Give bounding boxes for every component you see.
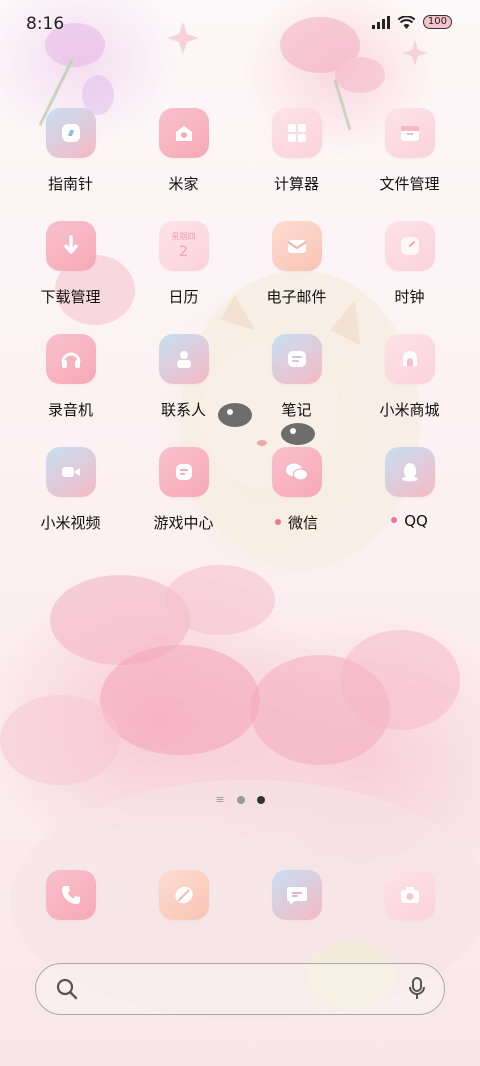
app-label-text: 指南针	[47, 175, 93, 193]
notification-dot	[391, 516, 398, 523]
camera-icon	[384, 870, 435, 920]
app-label: 小米视频	[14, 512, 127, 533]
qq-icon	[384, 447, 435, 497]
app-label: 下载管理	[14, 286, 127, 307]
app-label-text: 小米视频	[40, 514, 101, 532]
app-compass[interactable]: 指南针	[14, 108, 127, 194]
app-label: QQ	[353, 512, 466, 530]
app-label-text: QQ	[404, 512, 428, 530]
app-label: 指南针	[14, 173, 127, 194]
app-label: 计算器	[240, 173, 353, 194]
app-mijia[interactable]: 米家	[127, 108, 240, 194]
app-label-text: 联系人	[160, 401, 206, 419]
app-label-text: 录音机	[47, 401, 93, 419]
page-indicator[interactable]: ≡	[0, 793, 480, 806]
dock-messages[interactable]	[240, 870, 353, 920]
folder-icon	[384, 108, 435, 158]
game-center-icon	[158, 447, 209, 497]
status-time: 8:16	[26, 14, 65, 34]
app-video[interactable]: 小米视频	[14, 447, 127, 533]
app-mi-store[interactable]: 小米商城	[353, 334, 466, 420]
app-label-text: 日历	[168, 288, 199, 306]
app-label-text: 微信	[287, 514, 318, 532]
app-wechat[interactable]: 微信	[240, 447, 353, 533]
dock-phone[interactable]	[14, 870, 127, 920]
video-icon	[45, 447, 96, 497]
app-contacts[interactable]: 联系人	[127, 334, 240, 420]
signal-icon	[371, 15, 390, 29]
phone-icon	[45, 870, 96, 920]
app-label: 文件管理	[353, 173, 466, 194]
dock-camera[interactable]	[353, 870, 466, 920]
app-calendar[interactable]: 星期四 2 日历	[127, 221, 240, 307]
app-label-text: 计算器	[273, 175, 319, 193]
dock	[14, 870, 466, 922]
dock-browser[interactable]	[127, 870, 240, 920]
page-dot	[236, 796, 245, 804]
recorder-icon	[45, 334, 96, 384]
calculator-icon	[271, 108, 322, 158]
calendar-date: 2	[179, 244, 188, 260]
app-label: 游戏中心	[127, 512, 240, 533]
app-mail[interactable]: 电子邮件	[240, 221, 353, 307]
mail-icon	[271, 221, 322, 271]
status-icons: 100	[371, 15, 452, 29]
download-icon	[45, 221, 96, 271]
wechat-icon	[271, 447, 322, 497]
status-bar: 8:16 100	[0, 0, 480, 48]
mijia-icon	[158, 108, 209, 158]
app-label: 微信	[240, 512, 353, 533]
messages-icon	[271, 870, 322, 920]
app-folder[interactable]: 文件管理	[353, 108, 466, 194]
notification-dot	[274, 518, 281, 525]
app-label-text: 笔记	[281, 401, 312, 419]
app-label-text: 下载管理	[40, 288, 101, 306]
app-recorder[interactable]: 录音机	[14, 334, 127, 420]
app-label: 笔记	[240, 399, 353, 420]
page-dot-active	[256, 796, 265, 804]
search-bar[interactable]	[35, 963, 445, 1015]
app-download[interactable]: 下载管理	[14, 221, 127, 307]
app-label: 日历	[127, 286, 240, 307]
app-label: 小米商城	[353, 399, 466, 420]
app-label: 联系人	[127, 399, 240, 420]
app-game-center[interactable]: 游戏中心	[127, 447, 240, 533]
search-icon	[56, 978, 78, 1000]
app-drawer-indicator-icon: ≡	[215, 793, 225, 806]
app-qq[interactable]: QQ	[353, 447, 466, 530]
calendar-icon: 星期四 2	[158, 221, 209, 271]
contacts-icon	[158, 334, 209, 384]
app-label-text: 游戏中心	[153, 514, 214, 532]
app-label: 时钟	[353, 286, 466, 307]
app-label-text: 时钟	[394, 288, 425, 306]
compass-icon	[45, 108, 96, 158]
app-notes[interactable]: 笔记	[240, 334, 353, 420]
app-clock[interactable]: 时钟	[353, 221, 466, 307]
app-label-text: 电子邮件	[266, 288, 327, 306]
app-label-text: 米家	[168, 175, 199, 193]
notes-icon	[271, 334, 322, 384]
home-screen: 8:16 100 指南针 米家 计算器 文件管理下载管理 星期四 2 日历 电子邮件 时钟录音机…	[0, 0, 480, 1066]
calendar-weekday: 星期四	[171, 232, 196, 241]
app-label: 电子邮件	[240, 286, 353, 307]
clock-icon	[384, 221, 435, 271]
app-label: 录音机	[14, 399, 127, 420]
battery-indicator: 100	[422, 15, 452, 29]
app-label-text: 文件管理	[379, 175, 440, 193]
app-label: 米家	[127, 173, 240, 194]
mi-store-icon	[384, 334, 435, 384]
wifi-icon	[397, 15, 415, 29]
microphone-icon[interactable]	[408, 977, 426, 1001]
browser-icon	[158, 870, 209, 920]
app-calculator[interactable]: 计算器	[240, 108, 353, 194]
app-label-text: 小米商城	[379, 401, 440, 419]
